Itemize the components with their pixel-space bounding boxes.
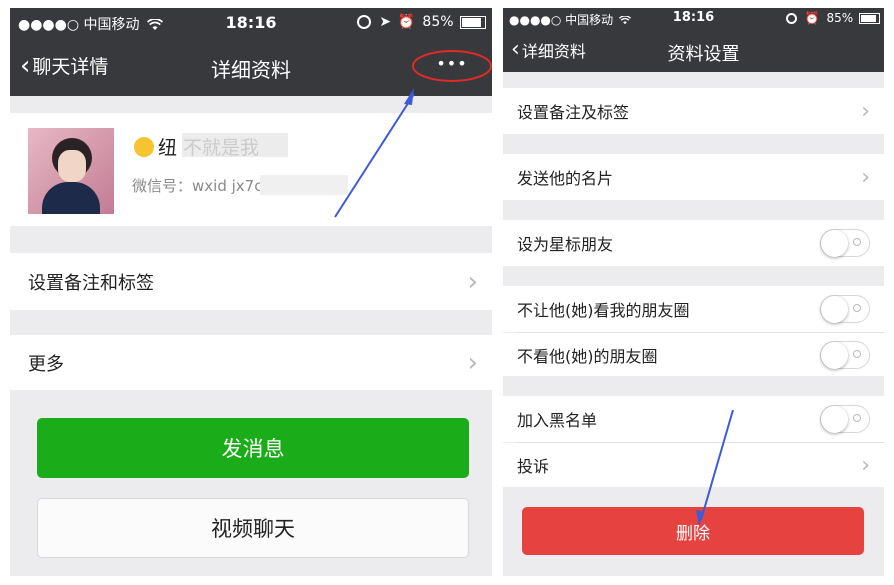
page-title: 资料设置 <box>667 44 740 65</box>
profile-settings-screen: ●●●●○ 中国移动 18:16 ⏰ 85% ‹ 详细资料 资料设置 设置备注及… <box>503 8 884 576</box>
row-label: 更多 <box>28 353 64 375</box>
rotation-lock-icon <box>785 13 797 24</box>
toggle-off-indicator <box>853 414 861 422</box>
row-hide-their-moments[interactable]: 不看他(她)的朋友圈 <box>503 333 884 376</box>
row-hide-my-moments[interactable]: 不让他(她)看我的朋友圈 <box>503 286 884 332</box>
row-label: 不看他(她)的朋友圈 <box>517 346 658 366</box>
avatar <box>28 128 114 214</box>
toggle-off-indicator <box>853 349 861 358</box>
row-label: 不让他(她)看我的朋友圈 <box>517 301 690 320</box>
highlight-ellipse <box>412 50 492 82</box>
alarm-icon: ⏰ <box>397 14 415 30</box>
nav-bar: ‹ 详细资料 资料设置 <box>503 30 884 72</box>
alarm-icon: ⏰ <box>804 11 820 25</box>
chevron-right-icon: › <box>861 98 870 124</box>
status-bar: ●●●●○ 中国移动 18:16 ➤ ⏰ 85% <box>10 8 492 40</box>
battery-percent: 85% <box>826 11 854 25</box>
kiss-emoji-icon <box>134 136 154 157</box>
status-indicators: ➤ ⏰ 85% <box>356 14 486 30</box>
battery-icon <box>859 13 880 24</box>
row-label: 加入黑名单 <box>517 411 598 430</box>
video-call-button[interactable]: 视频聊天 <box>37 498 469 558</box>
rotation-lock-icon <box>356 15 371 29</box>
contact-detail-screen: ●●●●○ 中国移动 18:16 ➤ ⏰ 85% ‹ 聊天详情 详细资料 ••• <box>10 8 492 576</box>
chevron-right-icon: › <box>467 347 478 378</box>
row-star-friend[interactable]: 设为星标朋友 <box>503 220 884 266</box>
row-send-card[interactable]: 发送他的名片 › <box>503 154 884 200</box>
location-arrow-icon: ➤ <box>379 14 392 30</box>
row-remark-tags[interactable]: 设置备注和标签 › <box>10 253 492 310</box>
hide-my-moments-toggle[interactable] <box>820 295 870 323</box>
toggle-knob <box>821 406 848 433</box>
toggle-knob <box>821 296 848 323</box>
chevron-right-icon: › <box>861 452 870 478</box>
toggle-knob <box>821 341 848 369</box>
row-label: 设置备注和标签 <box>28 272 154 294</box>
row-label: 设为星标朋友 <box>517 235 614 254</box>
battery-icon <box>460 15 486 29</box>
toggle-knob <box>821 230 848 257</box>
wechat-id: 微信号：wxid jx7cs22 <box>132 175 348 196</box>
contact-name: 纽 不就是我 <box>134 133 288 160</box>
row-more[interactable]: 更多 › <box>10 335 492 390</box>
hide-their-moments-toggle[interactable] <box>820 340 870 369</box>
status-indicators: ⏰ 85% <box>785 11 880 25</box>
battery-percent: 85% <box>422 14 454 30</box>
profile-card[interactable]: 纽 不就是我 微信号：wxid jx7cs22 <box>10 113 492 226</box>
row-label: 投诉 <box>517 457 550 476</box>
blur-mask <box>182 133 288 157</box>
toggle-off-indicator <box>853 304 861 312</box>
row-report[interactable]: 投诉 › <box>503 443 884 487</box>
nav-bar: ‹ 聊天详情 详细资料 ••• <box>10 40 492 96</box>
id-blur-mask <box>260 175 348 195</box>
row-label: 设置备注及标签 <box>517 103 630 122</box>
chevron-right-icon: › <box>467 266 478 297</box>
row-label: 发送他的名片 <box>517 169 614 188</box>
row-blacklist[interactable]: 加入黑名单 <box>503 396 884 442</box>
delete-button[interactable]: 删除 <box>522 507 864 555</box>
star-friend-toggle[interactable] <box>820 229 870 257</box>
status-bar: ●●●●○ 中国移动 18:16 ⏰ 85% <box>503 8 884 30</box>
row-remark-tags[interactable]: 设置备注及标签 › <box>503 88 884 134</box>
toggle-off-indicator <box>853 238 861 246</box>
more-options-button[interactable]: ••• <box>412 50 492 82</box>
blacklist-toggle[interactable] <box>820 405 870 433</box>
send-message-button[interactable]: 发消息 <box>37 418 469 478</box>
chevron-right-icon: › <box>861 164 870 190</box>
